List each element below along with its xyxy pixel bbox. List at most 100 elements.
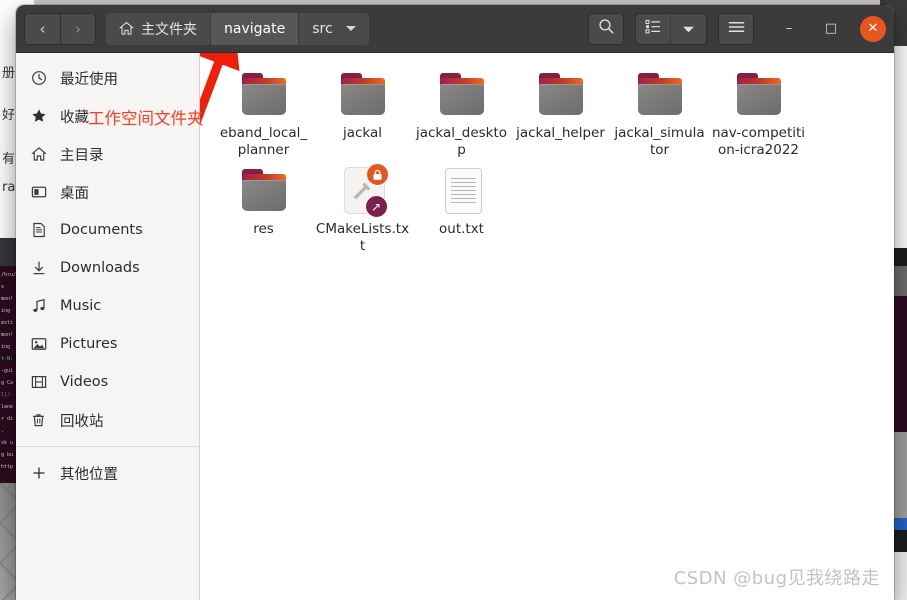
music-note-icon bbox=[30, 297, 48, 315]
sidebar-item-label: 桌面 bbox=[60, 182, 89, 203]
symlink-badge-icon: ↗ bbox=[365, 195, 388, 218]
hamburger-menu-icon bbox=[728, 19, 745, 38]
window-headerbar: ‹ › 主文件夹 navigate src bbox=[16, 5, 894, 53]
sidebar-item-label: Videos bbox=[60, 374, 108, 390]
file-item[interactable]: jackal_helper bbox=[511, 63, 610, 159]
background-terminal-line: ing bbox=[1, 344, 10, 350]
folder-icon bbox=[733, 71, 785, 119]
file-item[interactable]: eband_local_planner bbox=[214, 63, 313, 159]
file-item[interactable]: jackal bbox=[313, 63, 412, 159]
background-terminal-line: mon! bbox=[1, 296, 13, 302]
file-item[interactable]: out.txt bbox=[412, 159, 511, 255]
breadcrumb-label: navigate bbox=[224, 21, 285, 37]
background-terminal-line: s bbox=[1, 284, 4, 290]
view-list-button[interactable] bbox=[635, 13, 671, 45]
file-item[interactable]: nav-competition-icra2022 bbox=[709, 63, 808, 159]
file-item[interactable]: jackal_simulator bbox=[610, 63, 709, 159]
background-terminal-line: -gui bbox=[1, 368, 13, 374]
file-item[interactable]: jackal_desktop bbox=[412, 63, 511, 159]
minimize-icon: – bbox=[786, 21, 793, 36]
sidebar-item-label: 回收站 bbox=[60, 410, 104, 431]
sidebar-item-label: 主目录 bbox=[60, 144, 104, 165]
chevron-right-icon: › bbox=[75, 20, 81, 38]
sidebar-item-8[interactable]: Pictures bbox=[16, 325, 199, 363]
folder-icon bbox=[535, 71, 587, 119]
forward-button[interactable]: › bbox=[60, 13, 96, 45]
file-label: jackal_helper bbox=[513, 125, 608, 142]
breadcrumb-item-navigate[interactable]: navigate bbox=[211, 13, 299, 45]
folder-icon bbox=[238, 71, 290, 119]
file-label: res bbox=[216, 221, 311, 238]
trash-icon bbox=[30, 411, 48, 429]
text-file-icon bbox=[436, 167, 488, 215]
back-button[interactable]: ‹ bbox=[24, 13, 60, 45]
sidebar: 最近使用收藏主目录桌面DocumentsDownloadsMusicPictur… bbox=[16, 53, 200, 600]
lock-badge-icon bbox=[366, 163, 389, 186]
search-button[interactable] bbox=[588, 13, 624, 45]
background-terminal-line: lane bbox=[1, 404, 13, 410]
folder-icon bbox=[436, 71, 488, 119]
desktop-icon bbox=[30, 183, 48, 201]
annotation-label: 工作空间文件夹 bbox=[88, 105, 204, 129]
script-file-icon: ↗ bbox=[337, 167, 389, 215]
file-grid: eband_local_plannerjackaljackal_desktopj… bbox=[200, 63, 894, 255]
background-terminal-line: . bbox=[1, 428, 4, 434]
view-list-icon bbox=[645, 19, 662, 38]
download-icon bbox=[30, 259, 48, 277]
sidebar-item-other-locations[interactable]: 其他位置 bbox=[16, 454, 199, 492]
sidebar-item-1[interactable]: 最近使用 bbox=[16, 59, 199, 97]
breadcrumb-item-home[interactable]: 主文件夹 bbox=[106, 13, 211, 45]
breadcrumb-label: 主文件夹 bbox=[141, 19, 197, 39]
sidebar-item-4[interactable]: 桌面 bbox=[16, 173, 199, 211]
main-menu-button[interactable] bbox=[718, 13, 754, 45]
sidebar-item-6[interactable]: Downloads bbox=[16, 249, 199, 287]
sidebar-item-label: Documents bbox=[60, 222, 143, 238]
file-item[interactable]: res bbox=[214, 159, 313, 255]
sidebar-item-label: Pictures bbox=[60, 336, 117, 352]
background-terminal-line: r di bbox=[1, 416, 13, 422]
picture-icon bbox=[30, 335, 48, 353]
file-label: jackal_simulator bbox=[612, 125, 707, 159]
documents-icon bbox=[30, 221, 48, 239]
sidebar-item-5[interactable]: Documents bbox=[16, 211, 199, 249]
sidebar-item-9[interactable]: Videos bbox=[16, 363, 199, 401]
view-options-button[interactable] bbox=[671, 13, 707, 45]
navigation-button-group: ‹ › bbox=[24, 13, 96, 45]
home-icon bbox=[30, 145, 48, 163]
file-list-view[interactable]: eband_local_plannerjackaljackal_desktopj… bbox=[200, 53, 894, 600]
watermark: CSDN @bug见我绕路走 bbox=[674, 564, 880, 590]
background-doc-text: 册 bbox=[2, 62, 15, 81]
clock-icon bbox=[30, 69, 48, 87]
window-body: 最近使用收藏主目录桌面DocumentsDownloadsMusicPictur… bbox=[16, 53, 894, 600]
close-button[interactable]: ✕ bbox=[860, 16, 886, 42]
sidebar-divider bbox=[16, 446, 199, 447]
chevron-down-icon bbox=[682, 19, 695, 38]
maximize-button[interactable]: □ bbox=[818, 16, 844, 42]
folder-icon bbox=[634, 71, 686, 119]
search-icon bbox=[598, 18, 615, 39]
sidebar-item-10[interactable]: 回收站 bbox=[16, 401, 199, 439]
sidebar-item-label: Music bbox=[60, 298, 101, 314]
background-terminal-line: g bu bbox=[1, 452, 13, 458]
maximize-icon: □ bbox=[825, 21, 837, 36]
chevron-left-icon: ‹ bbox=[40, 20, 46, 38]
headerbar-actions: – □ ✕ bbox=[588, 13, 886, 45]
background-doc-text: ra bbox=[2, 180, 15, 195]
home-icon bbox=[119, 21, 134, 36]
background-terminal-line: 1]/- bbox=[1, 392, 13, 398]
close-icon: ✕ bbox=[868, 21, 879, 36]
sidebar-item-7[interactable]: Music bbox=[16, 287, 199, 325]
file-label: jackal bbox=[315, 125, 410, 142]
breadcrumb-item-src[interactable]: src bbox=[299, 13, 368, 45]
folder-icon bbox=[238, 167, 290, 215]
sidebar-item-label: Downloads bbox=[60, 260, 140, 276]
background-terminal-line: g Ca bbox=[1, 380, 13, 386]
sidebar-item-3[interactable]: 主目录 bbox=[16, 135, 199, 173]
background-doc-text: 好 bbox=[2, 104, 15, 123]
chevron-down-icon bbox=[346, 26, 356, 31]
background-doc-text: 有 bbox=[2, 148, 15, 167]
file-item[interactable]: ↗CMakeLists.txt bbox=[313, 159, 412, 255]
minimize-button[interactable]: – bbox=[776, 16, 802, 42]
background-terminal-line: mon! bbox=[1, 332, 13, 338]
star-icon bbox=[30, 107, 48, 125]
